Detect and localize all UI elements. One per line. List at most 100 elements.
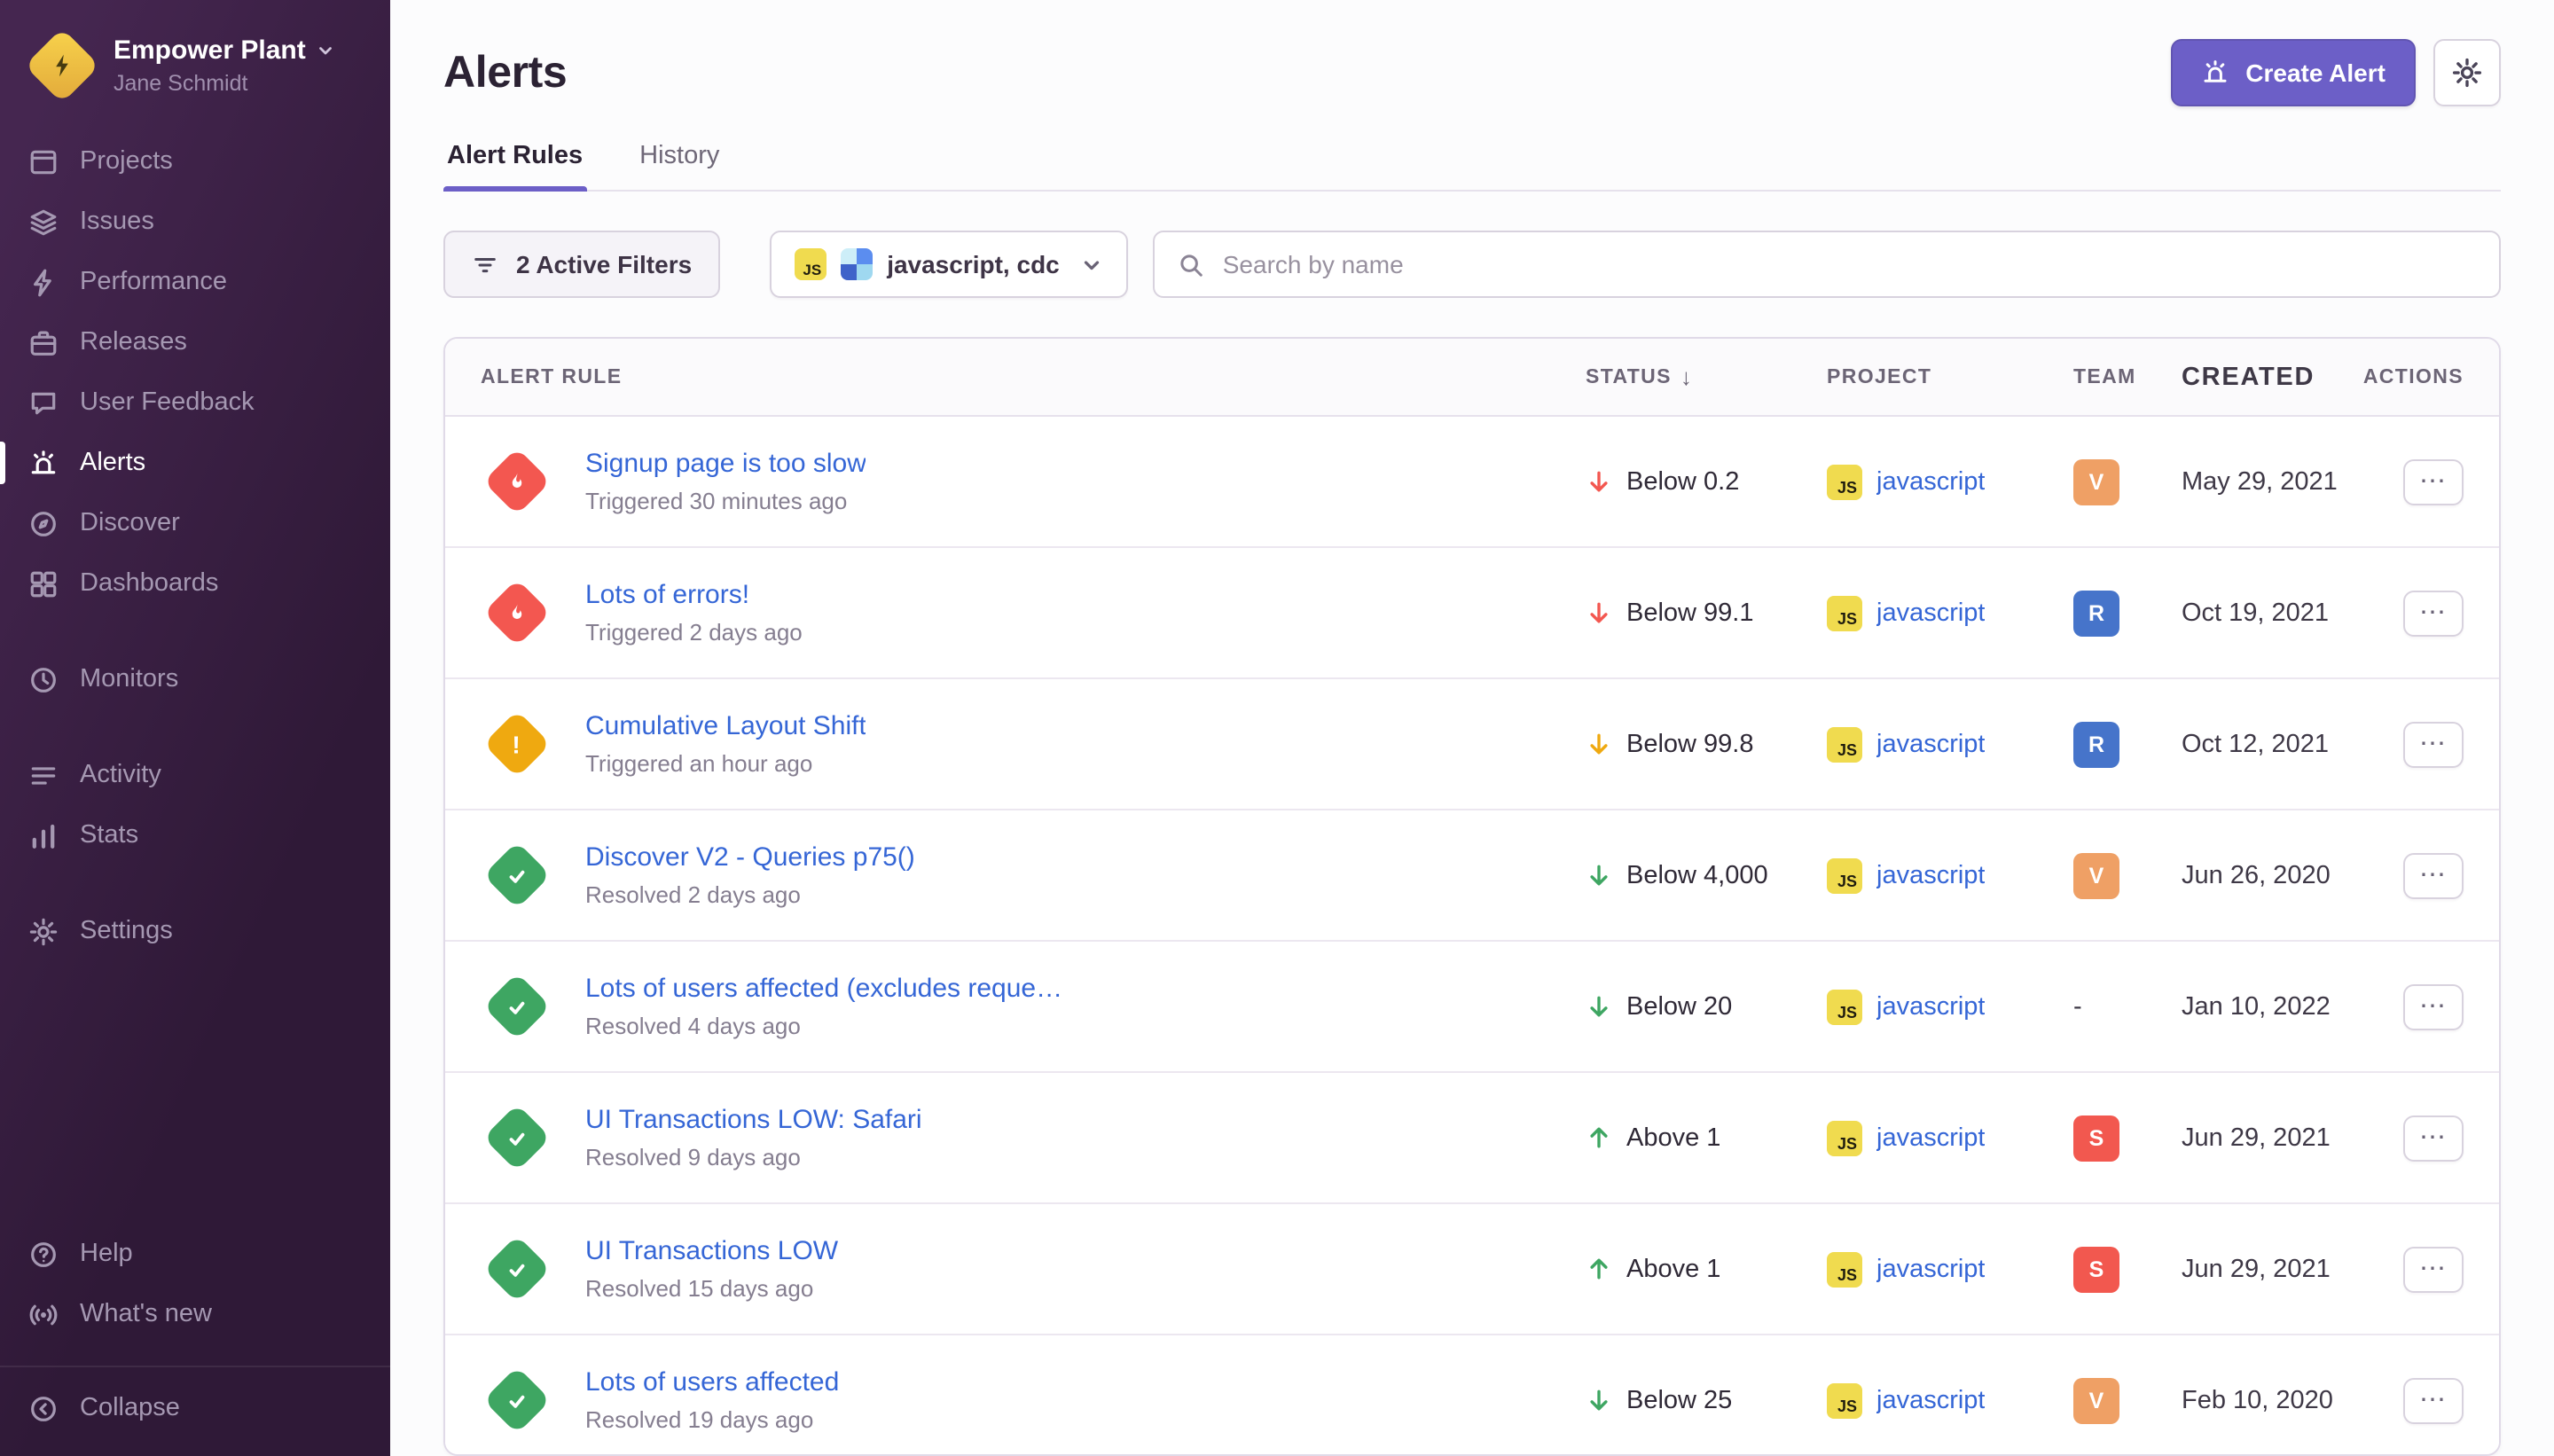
status-value: Below 99.8 [1626, 730, 1754, 758]
create-alert-button[interactable]: Create Alert [2171, 39, 2416, 106]
sidebar-item-label: Monitors [80, 665, 178, 693]
created-date: Jun 29, 2021 [2182, 1255, 2378, 1283]
javascript-project-icon: JS [1827, 464, 1862, 499]
user-feedback-icon [28, 387, 59, 418]
alert-rule-link[interactable]: UI Transactions LOW: Safari [585, 1105, 922, 1135]
ellipsis-icon: ⋯ [2419, 468, 2448, 495]
chevron-down-icon [317, 41, 336, 60]
org-switcher[interactable]: Empower Plant Jane Schmidt [0, 0, 390, 121]
check-icon [505, 994, 529, 1019]
project-link[interactable]: javascript [1876, 861, 1986, 889]
tab-alert-rules[interactable]: Alert Rules [443, 128, 586, 190]
alert-rule-subtext: Resolved 15 days ago [585, 1275, 838, 1302]
project-filter-value: javascript, cdc [887, 250, 1060, 278]
nav-divider [0, 709, 390, 745]
flame-icon [505, 469, 529, 494]
project-link[interactable]: javascript [1876, 1255, 1986, 1283]
sidebar-item-performance[interactable]: Performance [0, 252, 390, 312]
alert-rule-link[interactable]: Discover V2 - Queries p75() [585, 842, 915, 873]
monitors-icon [28, 664, 59, 694]
created-date: Jan 10, 2022 [2182, 992, 2378, 1021]
status-value: Below 25 [1626, 1386, 1732, 1414]
project-link[interactable]: javascript [1876, 730, 1986, 758]
row-actions-button[interactable]: ⋯ [2403, 721, 2464, 767]
row-actions-button[interactable]: ⋯ [2403, 983, 2464, 1029]
sidebar-item-activity[interactable]: Activity [0, 745, 390, 805]
project-link[interactable]: javascript [1876, 1123, 1986, 1152]
sidebar-item-stats[interactable]: Stats [0, 805, 390, 865]
performance-icon [28, 267, 59, 297]
column-header-created: Created [2182, 363, 2378, 391]
alert-rule-link[interactable]: Signup page is too slow [585, 449, 866, 479]
sidebar-item-label: Discover [80, 509, 180, 537]
table-header-row: Alert Rule Status ↓ Project Team Created… [445, 339, 2499, 417]
row-actions-button[interactable]: ⋯ [2403, 590, 2464, 636]
sidebar-item-dashboards[interactable]: Dashboards [0, 553, 390, 614]
sidebar-item-projects[interactable]: Projects [0, 131, 390, 192]
javascript-project-icon: JS [1827, 989, 1862, 1024]
sidebar-item-settings[interactable]: Settings [0, 901, 390, 961]
javascript-project-icon: JS [1827, 595, 1862, 630]
sidebar-item-user-feedback[interactable]: User Feedback [0, 372, 390, 433]
check-icon [505, 1256, 529, 1281]
sidebar-item-collapse[interactable]: Collapse [0, 1378, 390, 1438]
sidebar-item-alerts[interactable]: Alerts [0, 433, 390, 493]
alert-rule-subtext: Triggered an hour ago [585, 750, 866, 777]
alert-rule-link[interactable]: Cumulative Layout Shift [585, 711, 866, 741]
releases-icon [28, 327, 59, 357]
created-date: May 29, 2021 [2182, 467, 2378, 496]
tab-bar: Alert Rules History [443, 128, 2501, 192]
alerts-settings-button[interactable] [2433, 39, 2501, 106]
project-filter-dropdown[interactable]: JS javascript, cdc [770, 231, 1129, 298]
status-arrow-icon [1586, 731, 1612, 757]
javascript-project-icon: JS [1827, 1382, 1862, 1418]
alert-rule-subtext: Resolved 4 days ago [585, 1013, 1062, 1039]
sidebar-item-help[interactable]: Help [0, 1224, 390, 1284]
search-input[interactable] [1223, 250, 2476, 278]
javascript-project-icon: JS [1827, 726, 1862, 762]
sidebar-item-whats-new[interactable]: What's new [0, 1284, 390, 1344]
ellipsis-icon: ⋯ [2419, 862, 2448, 888]
sidebar-item-label: What's new [80, 1300, 212, 1328]
ellipsis-icon: ⋯ [2419, 1256, 2448, 1282]
alert-rule-link[interactable]: Lots of users affected (excludes reque… [585, 974, 1062, 1004]
status-arrow-icon [1586, 993, 1612, 1020]
project-link[interactable]: javascript [1876, 467, 1986, 496]
status-arrow-icon [1586, 1256, 1612, 1282]
tab-history[interactable]: History [636, 128, 723, 190]
sidebar-item-discover[interactable]: Discover [0, 493, 390, 553]
javascript-project-icon: JS [1827, 1120, 1862, 1155]
row-actions-button[interactable]: ⋯ [2403, 1377, 2464, 1423]
row-actions-button[interactable]: ⋯ [2403, 1115, 2464, 1161]
status-arrow-icon [1586, 1124, 1612, 1151]
row-actions-button[interactable]: ⋯ [2403, 458, 2464, 505]
column-header-status[interactable]: Status ↓ [1586, 364, 1827, 390]
project-link[interactable]: javascript [1876, 1386, 1986, 1414]
status-arrow-icon [1586, 1387, 1612, 1413]
alert-rule-link[interactable]: Lots of errors! [585, 580, 803, 610]
check-icon [505, 1388, 529, 1413]
project-link[interactable]: javascript [1876, 992, 1986, 1021]
status-value: Above 1 [1626, 1255, 1720, 1283]
status-value: Below 99.1 [1626, 599, 1754, 627]
sidebar-item-releases[interactable]: Releases [0, 312, 390, 372]
project-link[interactable]: javascript [1876, 599, 1986, 627]
status-value: Above 1 [1626, 1123, 1720, 1152]
sidebar-footer: Help What's new Collapse [0, 1224, 390, 1438]
sidebar-item-monitors[interactable]: Monitors [0, 649, 390, 709]
active-filters-button[interactable]: 2 Active Filters [443, 231, 720, 298]
alert-rule-link[interactable]: UI Transactions LOW [585, 1236, 838, 1266]
row-actions-button[interactable]: ⋯ [2403, 1246, 2464, 1292]
column-header-actions: Actions [2378, 366, 2464, 387]
chevron-down-icon [1081, 253, 1104, 276]
team-avatar: S [2073, 1246, 2119, 1292]
alert-rule-row: UI Transactions LOW: Safari Resolved 9 d… [445, 1073, 2499, 1204]
alert-rule-row: Discover V2 - Queries p75() Resolved 2 d… [445, 810, 2499, 942]
cdc-project-icon [841, 248, 873, 280]
alert-rule-link[interactable]: Lots of users affected [585, 1367, 839, 1397]
team-avatar: R [2073, 721, 2119, 767]
main-content: Alerts Create Alert Alert Rules History … [390, 0, 2554, 1456]
siren-icon [2201, 59, 2229, 87]
row-actions-button[interactable]: ⋯ [2403, 852, 2464, 898]
sidebar-item-issues[interactable]: Issues [0, 192, 390, 252]
